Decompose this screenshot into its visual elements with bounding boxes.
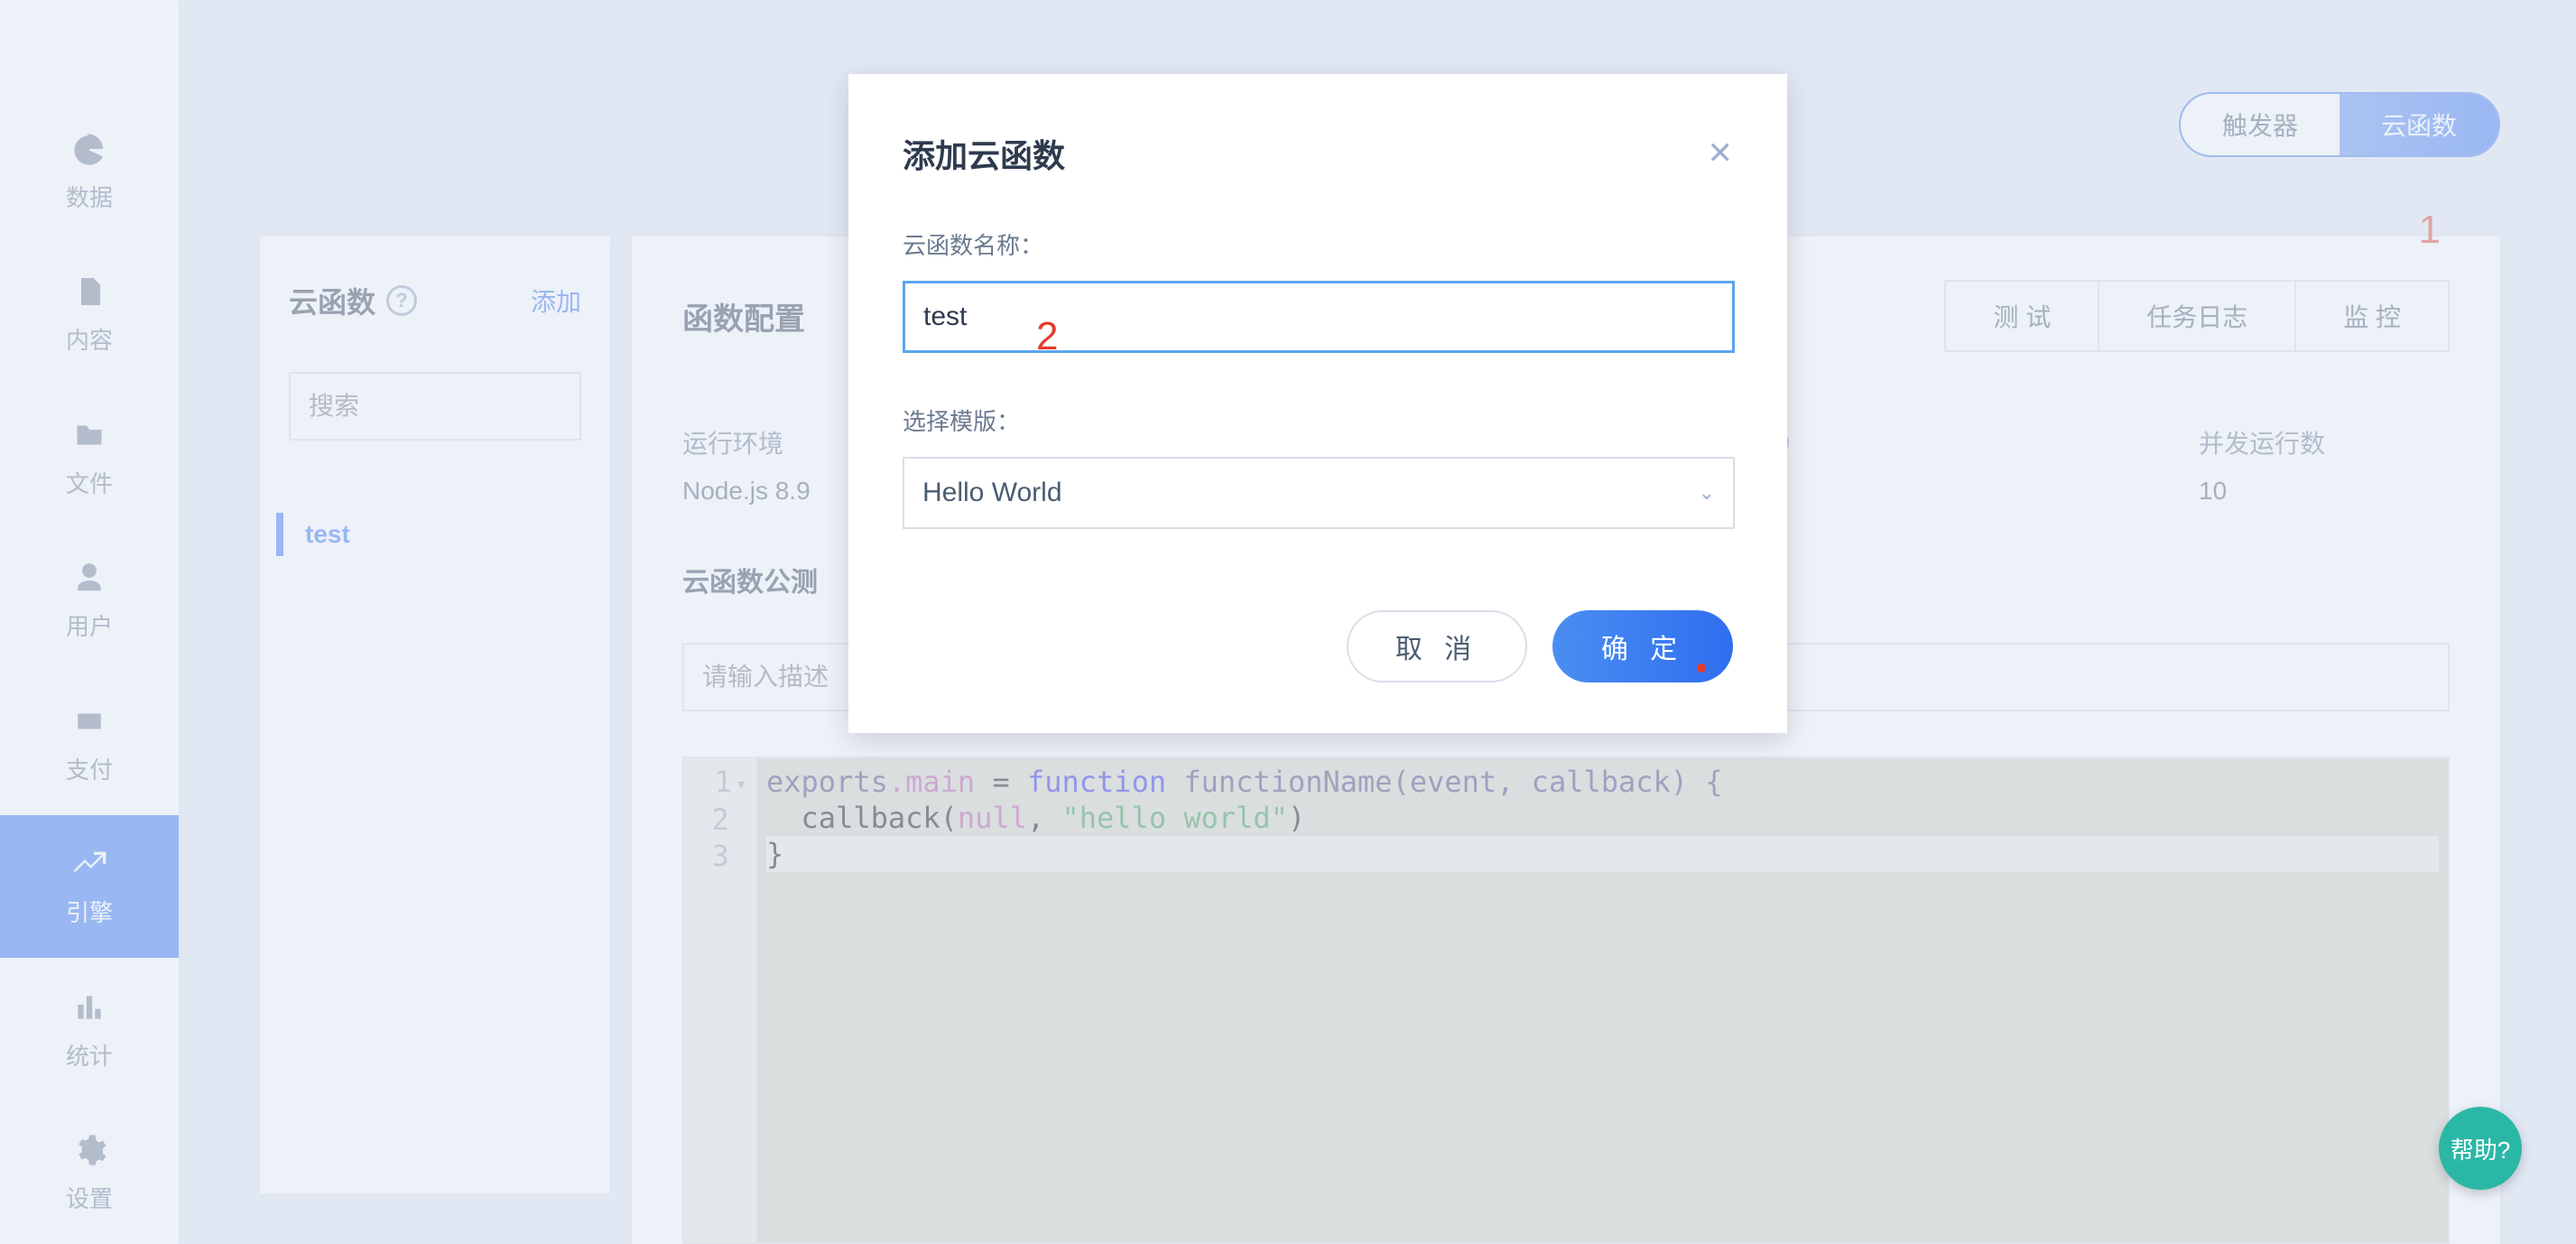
- template-value: Hello World: [922, 478, 1062, 508]
- ok-button[interactable]: 确 定: [1552, 610, 1733, 682]
- annotation-2: 2: [1036, 314, 1058, 359]
- modal-title: 添加云函数: [903, 130, 1065, 177]
- template-select[interactable]: Hello World ⌄: [903, 457, 1735, 529]
- template-label: 选择模版：: [903, 404, 1733, 437]
- function-name-input[interactable]: [903, 281, 1735, 353]
- cancel-button[interactable]: 取 消: [1347, 610, 1527, 682]
- name-label: 云函数名称：: [903, 227, 1733, 261]
- close-icon[interactable]: ✕: [1708, 135, 1734, 172]
- annotation-dot: [1697, 664, 1706, 673]
- chevron-down-icon: ⌄: [1699, 481, 1715, 505]
- help-fab[interactable]: 帮助?: [2439, 1107, 2522, 1190]
- add-function-modal: 添加云函数 ✕ 云函数名称： 选择模版： Hello World ⌄ 取 消 确…: [848, 74, 1787, 733]
